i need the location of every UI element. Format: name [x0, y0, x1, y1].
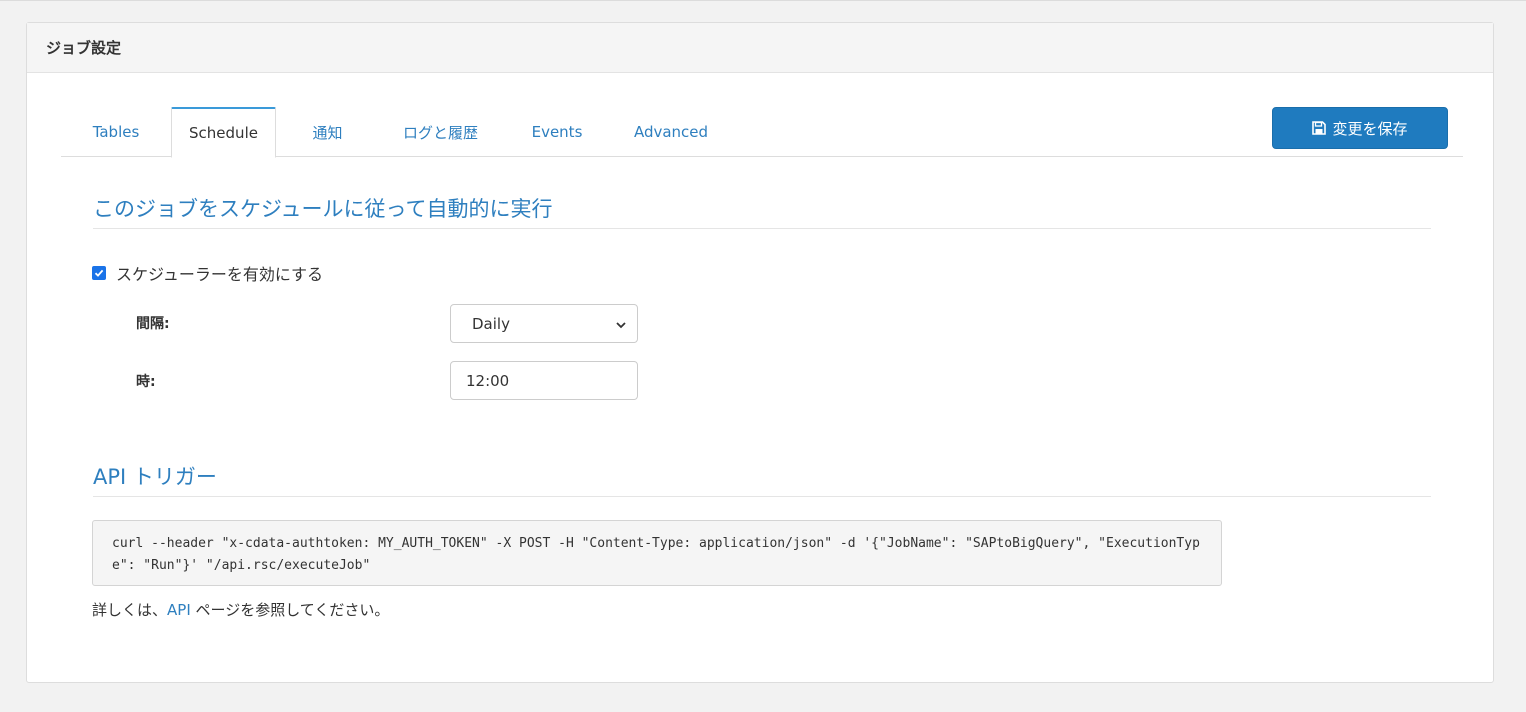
panel-title: ジョブ設定 [46, 39, 122, 57]
tab-notifications[interactable]: 通知 [276, 107, 379, 157]
schedule-heading: このジョブをスケジュールに従って自動的に実行 [93, 197, 553, 221]
api-divider [93, 496, 1431, 497]
panel-header: ジョブ設定 [27, 23, 1493, 73]
time-input[interactable]: 12:00 [450, 361, 638, 400]
api-page-link[interactable]: API [167, 601, 191, 619]
time-label: 時: [136, 374, 156, 390]
tab-events[interactable]: Events [502, 107, 612, 157]
api-curl-command: curl --header "x-cdata-authtoken: MY_AUT… [92, 520, 1222, 586]
tab-logs-history[interactable]: ログと履歴 [379, 107, 502, 157]
interval-select[interactable]: Daily [450, 304, 638, 343]
top-border [0, 0, 1526, 1]
tab-tables[interactable]: Tables [61, 107, 171, 157]
api-note-prefix: 詳しくは、 [92, 601, 168, 619]
save-changes-button[interactable]: 変更を保存 [1272, 107, 1448, 149]
tab-bar: Tables Schedule 通知 ログと履歴 Events Advanced [61, 107, 1463, 158]
enable-scheduler-label: スケジューラーを有効にする [116, 265, 324, 284]
interval-label: 間隔: [136, 316, 170, 332]
schedule-divider [93, 228, 1431, 229]
checkmark-icon [94, 269, 104, 277]
enable-scheduler-row: スケジューラーを有効にする [92, 261, 323, 285]
api-trigger-heading: API トリガー [93, 465, 217, 489]
interval-value: Daily [472, 314, 510, 333]
job-settings-panel: ジョブ設定 Tables Schedule 通知 ログと履歴 Events Ad… [26, 22, 1494, 683]
tab-schedule[interactable]: Schedule [171, 107, 276, 158]
tab-advanced[interactable]: Advanced [612, 107, 730, 157]
chevron-down-icon [615, 317, 627, 335]
save-button-label: 変更を保存 [1332, 119, 1408, 138]
api-note: 詳しくは、API ページを参照してください。 [92, 599, 389, 620]
api-note-suffix: ページを参照してください。 [190, 601, 390, 619]
floppy-disk-icon [1312, 121, 1327, 135]
enable-scheduler-checkbox[interactable] [92, 266, 106, 280]
